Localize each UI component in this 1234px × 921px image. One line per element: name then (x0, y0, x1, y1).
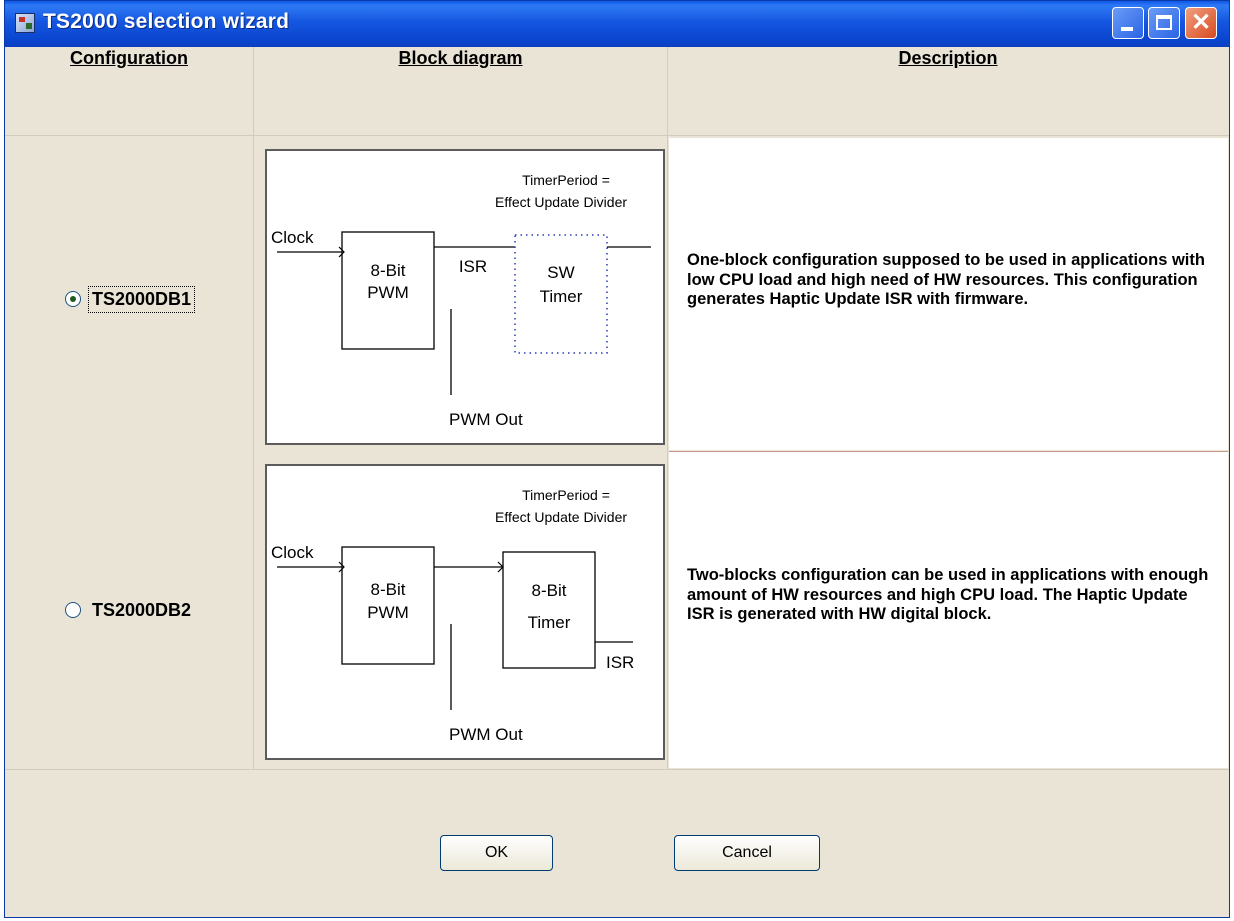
option-label[interactable]: TS2000DB2 (89, 598, 194, 623)
option-ts2000db1[interactable]: TS2000DB1 (65, 284, 196, 314)
radio-ts2000db1[interactable] (65, 291, 81, 307)
pwm-block-label: PWM (367, 603, 409, 622)
minimize-icon (1121, 27, 1133, 31)
option-ts2000db2[interactable]: TS2000DB2 (65, 595, 194, 625)
app-icon (15, 13, 35, 33)
close-button[interactable]: ✕ (1185, 7, 1217, 39)
title-bar[interactable]: TS2000 selection wizard ✕ (5, 1, 1229, 47)
timer-period-label: TimerPeriod = (522, 487, 610, 503)
clock-label: Clock (271, 543, 314, 562)
pwm-out-label: PWM Out (449, 410, 523, 429)
column-divider (667, 47, 668, 769)
maximize-button[interactable] (1148, 7, 1180, 39)
diagram-svg: TimerPeriod = Effect Update Divider Cloc… (271, 487, 634, 744)
timer-period-label: Effect Update Divider (495, 194, 627, 210)
description-text-2: Two-blocks configuration can be used in … (687, 566, 1209, 623)
diagram-svg: TimerPeriod = Effect Update Divider Cloc… (271, 172, 651, 429)
row-divider (5, 135, 1229, 136)
timer-block (502, 551, 596, 669)
sw-timer-label: SW (547, 263, 574, 282)
block-diagram-1: TimerPeriod = Effect Update Divider Cloc… (265, 149, 665, 445)
block-diagram-2: TimerPeriod = Effect Update Divider Cloc… (265, 464, 665, 760)
sw-timer-label: Timer (540, 287, 583, 306)
option-label[interactable]: TS2000DB1 (87, 285, 196, 313)
description-text-1: One-block configuration supposed to be u… (687, 251, 1205, 308)
pwm-block-label: 8-Bit (371, 261, 406, 280)
ok-button[interactable]: OK (440, 835, 553, 871)
timer-block-label: Timer (528, 613, 571, 632)
timer-period-label: TimerPeriod = (522, 172, 610, 188)
timer-block-label: 8-Bit (532, 581, 567, 600)
pwm-block-label: PWM (367, 283, 409, 302)
close-icon: ✕ (1190, 9, 1212, 36)
header-block-diagram: Block diagram (398, 48, 523, 68)
pwm-block-label: 8-Bit (371, 580, 406, 599)
header-configuration: Configuration (70, 48, 188, 68)
isr-label: ISR (459, 257, 487, 276)
clock-label: Clock (271, 228, 314, 247)
timer-period-label: Effect Update Divider (495, 509, 627, 525)
minimize-button[interactable] (1112, 7, 1144, 39)
radio-ts2000db2[interactable] (65, 602, 81, 618)
pwm-out-label: PWM Out (449, 725, 523, 744)
cancel-button[interactable]: Cancel (674, 835, 820, 871)
row-divider (5, 769, 1229, 770)
maximize-icon (1156, 15, 1172, 30)
column-divider (253, 47, 254, 769)
header-description: Description (898, 48, 998, 68)
isr-label: ISR (606, 653, 634, 672)
window-title: TS2000 selection wizard (43, 10, 290, 33)
dialog-window: TS2000 selection wizard ✕ Configuration … (4, 0, 1230, 918)
